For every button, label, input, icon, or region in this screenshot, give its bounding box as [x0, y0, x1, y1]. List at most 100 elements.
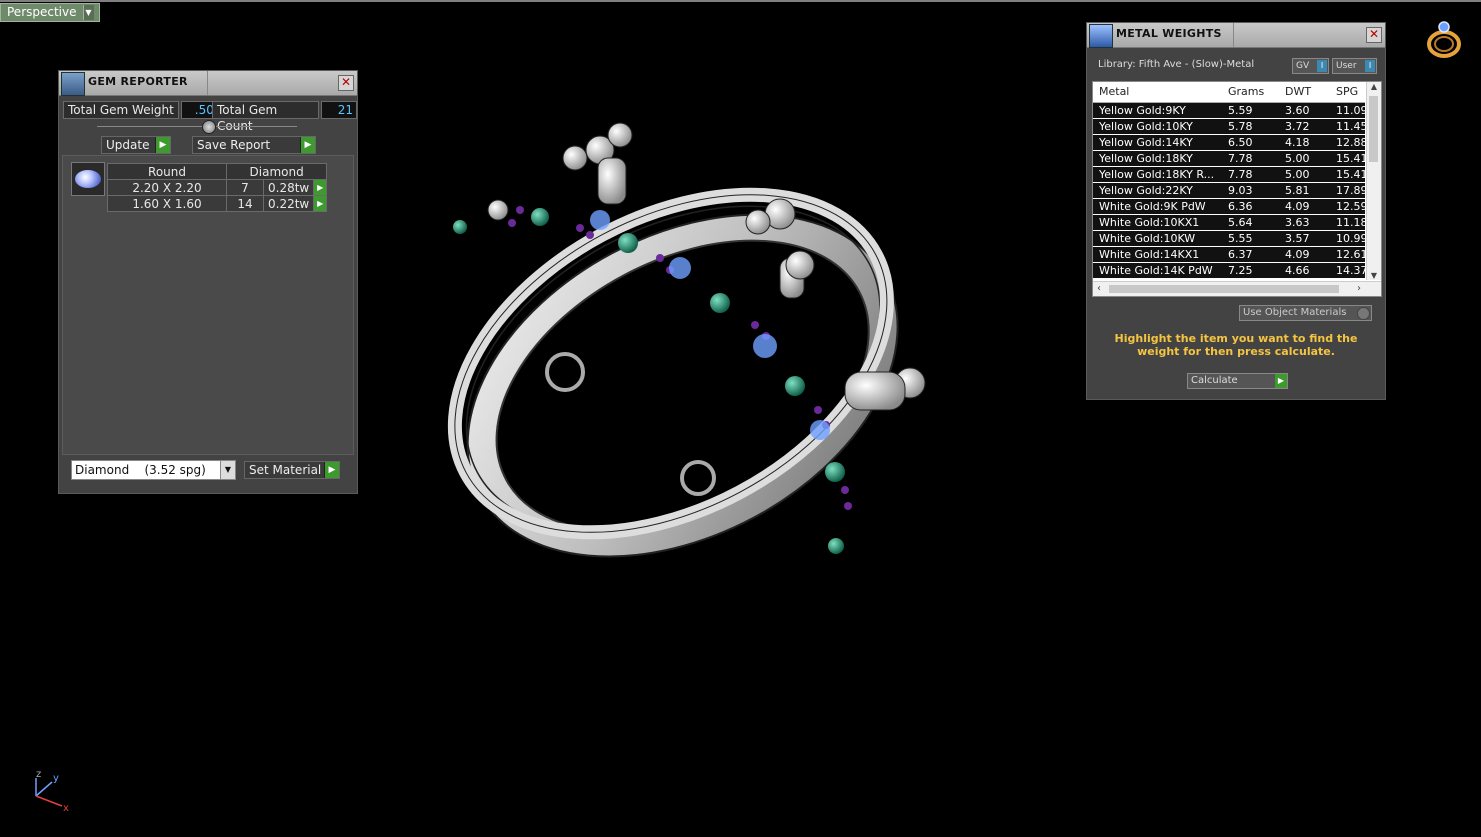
gem-list-area: Round Diamond 2.20 X 2.20 7 0.28tw ▶ 1.6…: [62, 155, 354, 455]
gem-reporter-titlebar[interactable]: GEM REPORTER ✕: [59, 71, 357, 96]
metal-weights-titlebar[interactable]: METAL WEIGHTS ✕: [1087, 23, 1385, 48]
save-report-button[interactable]: Save Report ▶: [192, 136, 316, 154]
table-row[interactable]: 1.60 X 1.60 14 0.22tw ▶: [107, 195, 328, 212]
cell-dwt: 4.66: [1285, 264, 1310, 277]
gem-weight: 0.22tw: [262, 195, 315, 212]
cell-metal: Yellow Gold:10KY: [1099, 120, 1193, 133]
chevron-left-icon[interactable]: ‹: [1093, 282, 1105, 296]
gem-reporter-icon: [61, 72, 85, 96]
cell-dwt: 5.81: [1285, 184, 1310, 197]
cell-dwt: 4.09: [1285, 248, 1310, 261]
user-toggle[interactable]: User I: [1332, 58, 1377, 74]
cell-dwt: 4.09: [1285, 200, 1310, 213]
play-icon[interactable]: ▶: [313, 195, 328, 212]
play-icon[interactable]: ▶: [313, 179, 328, 196]
table-row[interactable]: White Gold:10KW 5.55 3.57 10.99: [1093, 231, 1366, 247]
cell-grams: 6.50: [1228, 136, 1253, 149]
column-header[interactable]: Grams: [1228, 85, 1264, 98]
axis-x-label: x: [63, 803, 69, 814]
total-count-row: Total Gem Count 21: [212, 101, 357, 133]
use-object-materials-toggle[interactable]: Use Object Materials: [1239, 305, 1372, 321]
calculate-button[interactable]: Calculate ▶: [1187, 373, 1288, 389]
cell-dwt: 5.00: [1285, 168, 1310, 181]
chevron-down-icon[interactable]: ▼: [82, 5, 94, 20]
use-object-materials-label: Use Object Materials: [1243, 307, 1347, 318]
close-icon[interactable]: ✕: [338, 75, 354, 91]
cell-grams: 6.37: [1228, 248, 1253, 261]
cell-dwt: 3.63: [1285, 216, 1310, 229]
cell-grams: 5.55: [1228, 232, 1253, 245]
cell-dwt: 3.57: [1285, 232, 1310, 245]
cell-grams: 7.25: [1228, 264, 1253, 277]
close-icon[interactable]: ✕: [1366, 27, 1382, 43]
material-select-value: Diamond (3.52 spg): [75, 463, 206, 477]
cell-grams: 5.78: [1228, 120, 1253, 133]
update-label: Update: [106, 138, 150, 152]
cell-spg: 17.89: [1336, 184, 1366, 197]
slider-track: [97, 126, 297, 127]
play-icon: ▶: [324, 462, 339, 478]
gv-toggle[interactable]: GV I: [1292, 58, 1329, 74]
viewport-label: Perspective: [7, 5, 77, 19]
cell-spg: 11.45: [1336, 120, 1366, 133]
table-row[interactable]: Yellow Gold:9KY 5.59 3.60 11.09: [1093, 103, 1366, 119]
column-header[interactable]: DWT: [1285, 85, 1311, 98]
column-header[interactable]: Metal: [1099, 85, 1129, 98]
cell-metal: Yellow Gold:22KY: [1099, 184, 1193, 197]
table-row[interactable]: Yellow Gold:22KY 9.03 5.81 17.89: [1093, 183, 1366, 199]
ring-3d-model[interactable]: [420, 110, 940, 620]
chevron-down-icon[interactable]: ▼: [1367, 271, 1381, 280]
chevron-right-icon[interactable]: ›: [1353, 282, 1365, 296]
cell-spg: 11.18: [1336, 216, 1366, 229]
cell-metal: Yellow Gold:9KY: [1099, 104, 1186, 117]
cell-grams: 5.59: [1228, 104, 1253, 117]
axis-gizmo: z y x: [35, 769, 69, 814]
gem-thumbnail[interactable]: [71, 162, 105, 196]
title-divider: [1233, 23, 1234, 47]
cell-metal: White Gold:10KW: [1099, 232, 1196, 245]
gem-table: Round Diamond 2.20 X 2.20 7 0.28tw ▶ 1.6…: [107, 163, 328, 212]
gem-table-header: Round Diamond: [107, 163, 328, 180]
cell-spg: 12.88: [1336, 136, 1366, 149]
table-row[interactable]: Yellow Gold:14KY 6.50 4.18 12.88: [1093, 135, 1366, 151]
axis-z-label: z: [36, 769, 41, 780]
table-row[interactable]: White Gold:9K PdW 6.36 4.09 12.59: [1093, 199, 1366, 215]
user-label: User: [1336, 61, 1357, 71]
vertical-scrollbar[interactable]: ▲ ▼: [1366, 82, 1381, 280]
cell-grams: 7.78: [1228, 152, 1253, 165]
panel-title: GEM REPORTER: [88, 75, 188, 88]
table-row[interactable]: Yellow Gold:18KY R... 7.78 5.00 15.41: [1093, 167, 1366, 183]
cell-metal: White Gold:10KX1: [1099, 216, 1200, 229]
update-button[interactable]: Update ▶: [101, 136, 171, 154]
top-border: [0, 0, 1481, 2]
table-row[interactable]: White Gold:10KX1 5.64 3.63 11.18: [1093, 215, 1366, 231]
total-weight-row: Total Gem Weight .50: [63, 101, 218, 119]
table-row[interactable]: Yellow Gold:10KY 5.78 3.72 11.45: [1093, 119, 1366, 135]
scroll-thumb[interactable]: [1369, 96, 1378, 162]
cell-grams: 5.64: [1228, 216, 1253, 229]
cell-spg: 14.37: [1336, 264, 1366, 277]
ring-icon[interactable]: [1424, 18, 1464, 60]
viewport-selector[interactable]: Perspective ▼: [0, 3, 100, 22]
panel-title: METAL WEIGHTS: [1116, 27, 1222, 40]
table-row[interactable]: 2.20 X 2.20 7 0.28tw ▶: [107, 179, 328, 196]
horizontal-scrollbar[interactable]: ‹ ›: [1093, 281, 1381, 296]
metal-table: Metal Grams DWT SPG Yellow Gold:9KY 5.59 3…: [1092, 81, 1382, 297]
table-row[interactable]: White Gold:14KX1 6.37 4.09 12.61: [1093, 247, 1366, 263]
cell-dwt: 3.60: [1285, 104, 1310, 117]
cell-dwt: 5.00: [1285, 152, 1310, 165]
scroll-thumb[interactable]: [1109, 285, 1339, 293]
table-row[interactable]: White Gold:14K PdW 7.25 4.66 14.37: [1093, 263, 1366, 279]
column-header[interactable]: SPG: [1336, 85, 1358, 98]
chevron-up-icon[interactable]: ▲: [1367, 82, 1381, 91]
slider-handle[interactable]: [202, 120, 216, 134]
toggle-indicator-icon: I: [1365, 60, 1375, 72]
table-row[interactable]: Yellow Gold:18KY 7.78 5.00 15.41: [1093, 151, 1366, 167]
chevron-down-icon[interactable]: ▼: [220, 461, 235, 479]
cell-spg: 12.61: [1336, 248, 1366, 261]
cell-spg: 15.41: [1336, 152, 1366, 165]
set-material-button[interactable]: Set Material ▶: [244, 461, 340, 479]
instruction-text: Highlight the item you want to find the …: [1114, 332, 1358, 358]
material-select[interactable]: Diamond (3.52 spg) ▼: [71, 460, 236, 480]
cell-grams: 7.78: [1228, 168, 1253, 181]
